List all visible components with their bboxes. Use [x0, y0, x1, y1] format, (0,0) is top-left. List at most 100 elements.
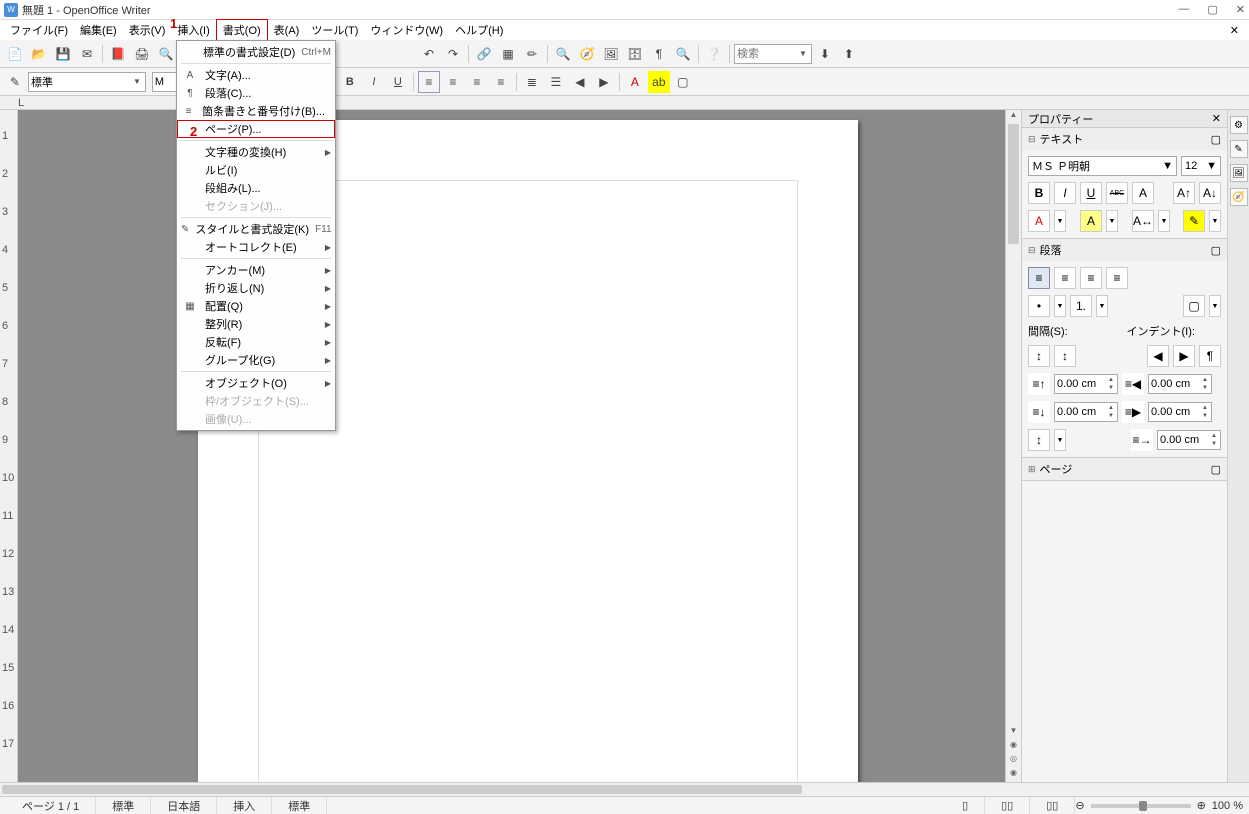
document-area[interactable]: ▲ ▼ ◉ ◎ ◉ [18, 110, 1021, 782]
bullet-list-button[interactable]: • [1028, 295, 1050, 317]
char-spacing-button[interactable]: A↔ [1132, 210, 1154, 232]
dec-indent-button[interactable]: ◀ [1147, 345, 1169, 367]
align-justify-button[interactable]: ≡ [490, 71, 512, 93]
draw-icon[interactable]: ✏ [521, 43, 543, 65]
menu-insert[interactable]: 挿入(I) [171, 20, 215, 40]
align-right-button[interactable]: ≡ [466, 71, 488, 93]
font-color-button[interactable]: A [624, 71, 646, 93]
horizontal-scrollbar[interactable] [0, 782, 1249, 796]
section-more-icon[interactable]: ▢ [1211, 463, 1221, 476]
align-center-button[interactable]: ≡ [442, 71, 464, 93]
gallery-icon[interactable]: 🖼 [600, 43, 622, 65]
menu-item[interactable]: 折り返し(N)▶ [177, 279, 335, 297]
increase-indent-button[interactable]: ▶ [593, 71, 615, 93]
bold-button[interactable]: B [339, 71, 361, 93]
menu-item[interactable]: オブジェクト(O)▶ [177, 374, 335, 392]
menu-item[interactable]: 反転(F)▶ [177, 333, 335, 351]
font-color-dd[interactable]: ▼ [1054, 210, 1066, 232]
expand-icon[interactable]: ⊞ [1028, 464, 1036, 475]
menu-item[interactable]: 標準の書式設定(D)Ctrl+M [177, 43, 335, 61]
first-indent-button[interactable]: ¶ [1199, 345, 1221, 367]
minimize-button[interactable]: — [1178, 3, 1189, 16]
zoom-icon[interactable]: 🔍 [672, 43, 694, 65]
paragraph-style-input[interactable] [31, 74, 131, 90]
font-name-input[interactable] [1032, 160, 1162, 172]
props-page-header[interactable]: ⊞ ページ ▢ [1022, 458, 1227, 480]
inc-indent-button[interactable]: ▶ [1173, 345, 1195, 367]
menu-item[interactable]: ページ(P)... [177, 120, 335, 138]
menu-edit[interactable]: 編集(E) [74, 20, 123, 40]
menu-item[interactable]: オートコレクト(E)▶ [177, 238, 335, 256]
font-name-combo[interactable]: ▼ [1028, 156, 1177, 176]
scroll-down-icon[interactable]: ▼ [1006, 726, 1021, 740]
nonprinting-icon[interactable]: ¶ [648, 43, 670, 65]
bg-color-button[interactable]: ✎ [1183, 210, 1205, 232]
inc-spacing-button[interactable]: ↕ [1028, 345, 1050, 367]
font-size-input[interactable] [1185, 160, 1206, 172]
preview-icon[interactable]: 🔍 [155, 43, 177, 65]
menu-item[interactable]: ✎スタイルと書式設定(K)F11 [177, 220, 335, 238]
sidebar-styles-icon[interactable]: ✎ [1230, 140, 1248, 158]
font-size-combo[interactable]: ▼ [1181, 156, 1221, 176]
menu-item[interactable]: グループ化(G)▶ [177, 351, 335, 369]
menu-item[interactable]: 整列(R)▶ [177, 315, 335, 333]
menu-item[interactable]: ▦配置(Q)▶ [177, 297, 335, 315]
menu-item[interactable]: ¶段落(C)... [177, 84, 335, 102]
section-more-icon[interactable]: ▢ [1211, 244, 1221, 257]
close-document-button[interactable]: ✕ [1224, 22, 1245, 39]
line-spacing-dd[interactable]: ▼ [1054, 429, 1066, 451]
zoom-in-button[interactable]: ⊕ [1197, 799, 1206, 812]
sidebar-properties-icon[interactable]: ⚙ [1230, 116, 1248, 134]
navigator-icon[interactable]: 🧭 [576, 43, 598, 65]
menu-item[interactable]: ルビ(I) [177, 161, 335, 179]
indent-right-spin[interactable]: ▲▼ [1148, 402, 1212, 422]
align-center-button[interactable]: ≡ [1054, 267, 1076, 289]
menu-item[interactable]: 文字種の変換(H)▶ [177, 143, 335, 161]
menu-format[interactable]: 書式(O) [216, 19, 268, 41]
collapse-icon[interactable]: ⊟ [1028, 134, 1036, 145]
menu-table[interactable]: 表(A) [268, 20, 306, 40]
properties-close-icon[interactable]: ✕ [1212, 112, 1221, 125]
vertical-scrollbar[interactable]: ▲ ▼ ◉ ◎ ◉ [1005, 110, 1021, 782]
align-left-button[interactable]: ≡ [418, 71, 440, 93]
save-icon[interactable]: 💾 [52, 43, 74, 65]
number-dd[interactable]: ▼ [1096, 295, 1108, 317]
font-color-button[interactable]: A [1028, 210, 1050, 232]
zoom-slider[interactable] [1091, 804, 1191, 808]
search-combo[interactable]: ▼ [734, 44, 812, 64]
help-icon[interactable]: ❔ [703, 43, 725, 65]
styles-icon[interactable]: ✎ [4, 71, 26, 93]
new-icon[interactable]: 📄 [4, 43, 26, 65]
number-list-button[interactable]: 1. [1070, 295, 1092, 317]
pdf-icon[interactable]: 📕 [107, 43, 129, 65]
maximize-button[interactable]: ▢ [1207, 3, 1217, 16]
nav-next-icon[interactable]: ◉ [1006, 768, 1021, 782]
increase-font-button[interactable]: A↑ [1173, 182, 1195, 204]
para-bg-dd[interactable]: ▼ [1209, 295, 1221, 317]
strike-button[interactable]: ABC [1106, 182, 1128, 204]
dec-spacing-button[interactable]: ↕ [1054, 345, 1076, 367]
find-icon[interactable]: 🔍 [552, 43, 574, 65]
shadow-button[interactable]: A [1132, 182, 1154, 204]
first-line-spin[interactable]: ▲▼ [1157, 430, 1221, 450]
menu-view[interactable]: 表示(V) [123, 20, 172, 40]
highlight-color-dd[interactable]: ▼ [1106, 210, 1118, 232]
menu-item[interactable]: 段組み(L)... [177, 179, 335, 197]
menu-window[interactable]: ウィンドウ(W) [364, 20, 449, 40]
highlight-color-button[interactable]: A [1080, 210, 1102, 232]
print-icon[interactable]: 🖨 [131, 43, 153, 65]
background-color-button[interactable]: ▢ [672, 71, 694, 93]
bullet-dd[interactable]: ▼ [1054, 295, 1066, 317]
undo-icon[interactable]: ↶ [418, 43, 440, 65]
bold-button[interactable]: B [1028, 182, 1050, 204]
sidebar-navigator-icon[interactable]: 🧭 [1230, 188, 1248, 206]
underline-button[interactable]: U [387, 71, 409, 93]
search-input[interactable] [737, 46, 797, 62]
zoom-value[interactable]: 100 % [1212, 800, 1243, 812]
nav-browse-icon[interactable]: ◎ [1006, 754, 1021, 768]
scroll-thumb[interactable] [1008, 124, 1019, 244]
menu-item[interactable]: ≡箇条書きと番号付け(B)... [177, 102, 335, 120]
char-spacing-dd[interactable]: ▼ [1158, 210, 1170, 232]
hscroll-thumb[interactable] [2, 785, 802, 794]
align-justify-button[interactable]: ≡ [1106, 267, 1128, 289]
